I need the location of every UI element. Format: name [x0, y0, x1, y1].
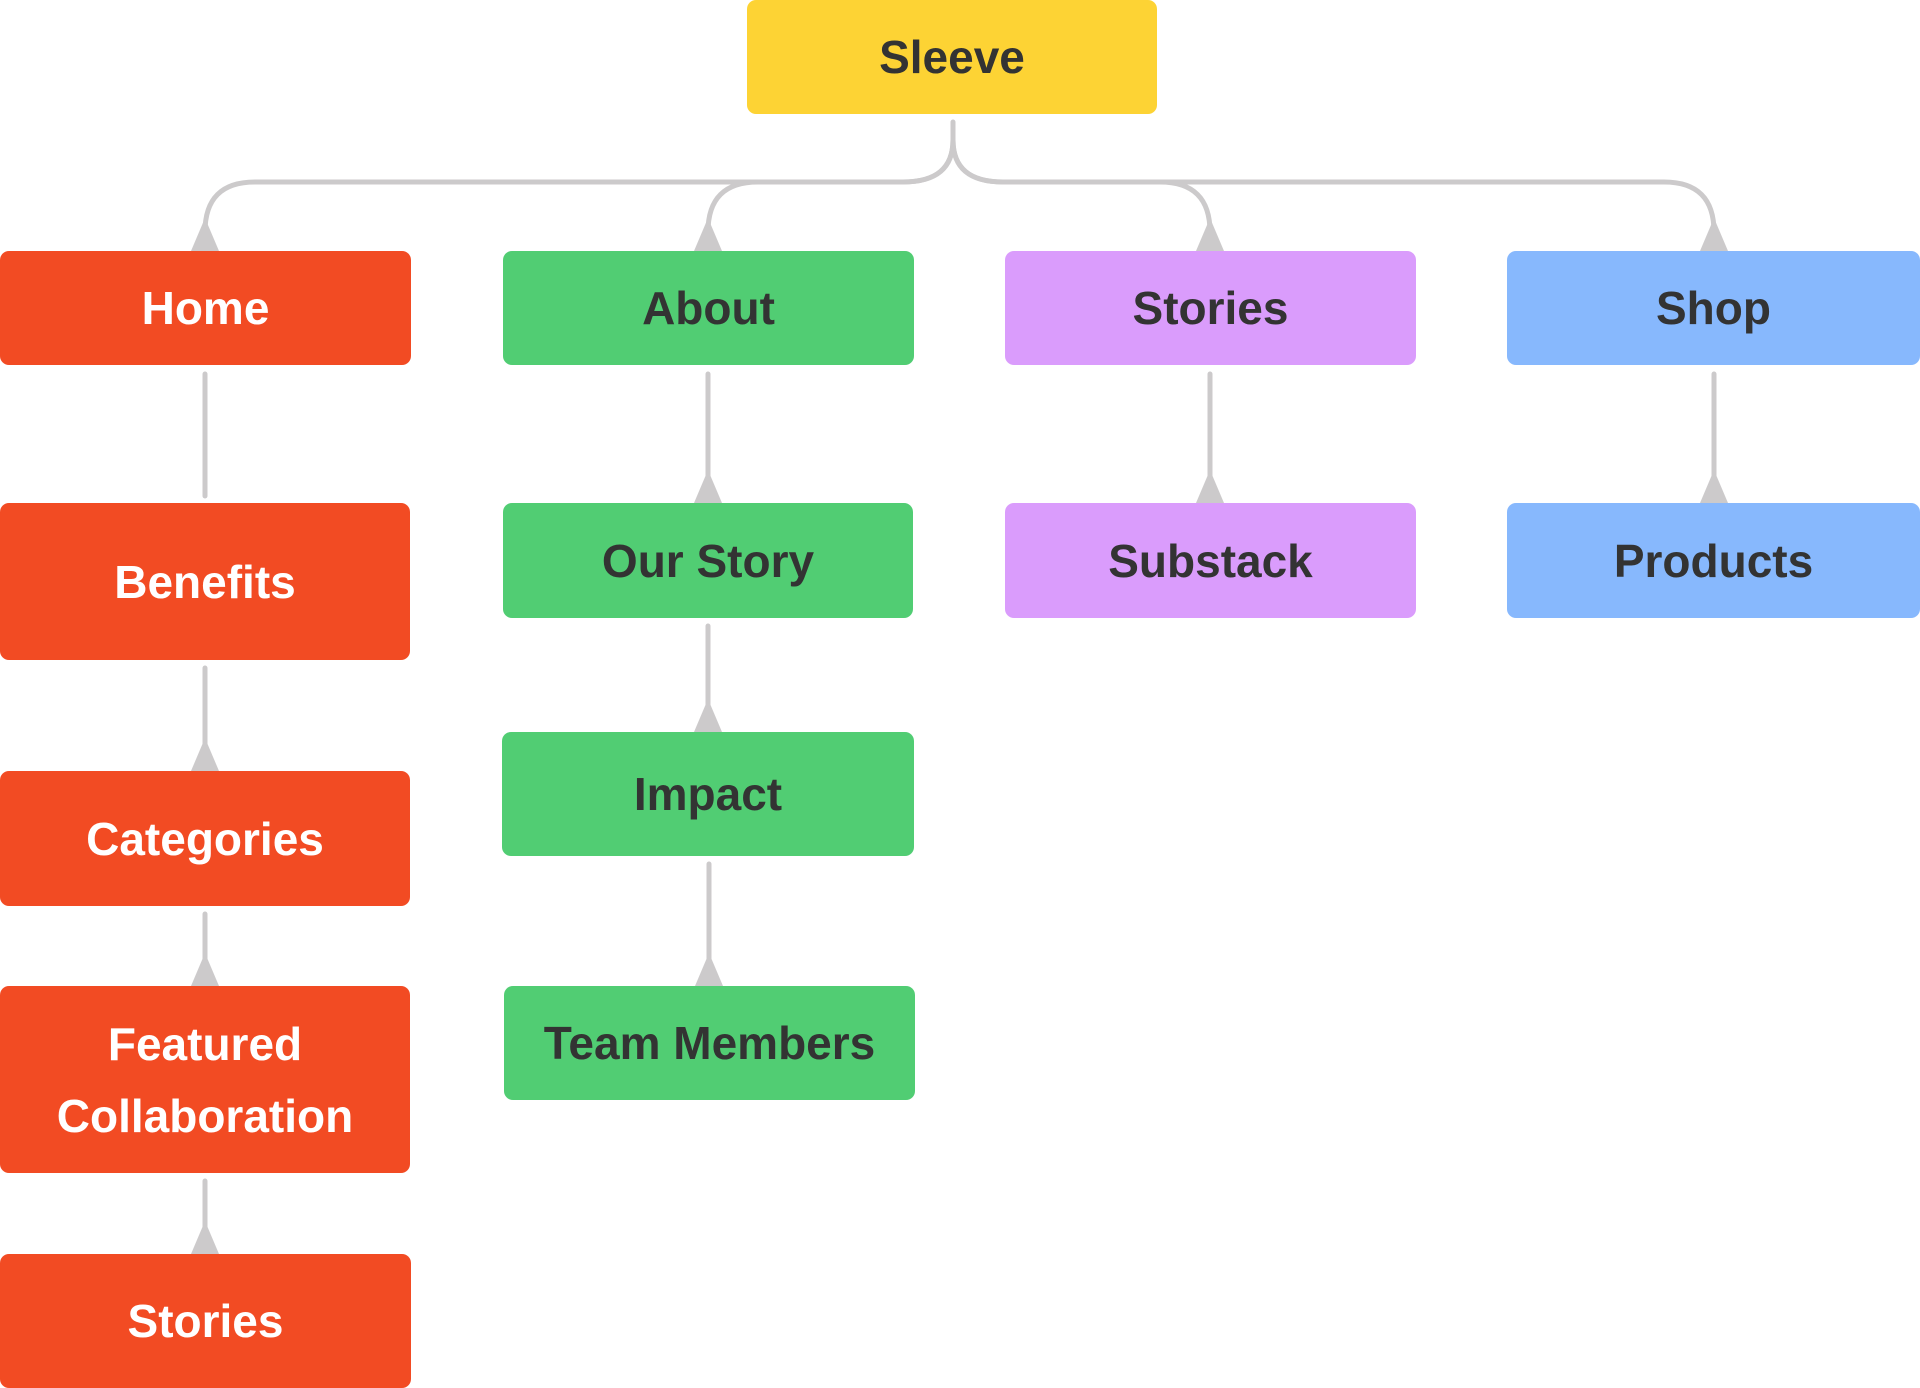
connector-root-about: [705, 137, 956, 235]
connector-root-shop: [950, 137, 1717, 235]
arrow-icon: [1700, 218, 1728, 251]
connector-root-home: [202, 119, 956, 235]
arrow-icon: [191, 738, 219, 771]
node-team-members[interactable]: Team Members: [504, 986, 915, 1100]
arrow-icon: [191, 1221, 219, 1254]
connector-root-stories: [950, 137, 1213, 235]
node-home-stories[interactable]: Stories: [0, 1254, 411, 1388]
node-featured-collaboration[interactable]: Featured Collaboration: [0, 986, 410, 1173]
node-about[interactable]: About: [503, 251, 914, 365]
arrow-icon: [694, 470, 722, 503]
arrow-icon: [191, 218, 219, 251]
arrow-icon: [695, 953, 723, 986]
arrow-icon: [694, 218, 722, 251]
connectors: [191, 119, 1728, 1254]
node-root-sleeve[interactable]: Sleeve: [747, 0, 1157, 114]
node-our-story[interactable]: Our Story: [503, 503, 913, 618]
node-substack[interactable]: Substack: [1005, 503, 1416, 618]
node-impact[interactable]: Impact: [502, 732, 914, 856]
node-stories[interactable]: Stories: [1005, 251, 1416, 365]
arrow-icon: [694, 699, 722, 732]
node-benefits[interactable]: Benefits: [0, 503, 410, 660]
arrow-icon: [1196, 218, 1224, 251]
arrow-icon: [1196, 470, 1224, 503]
arrow-icon: [1700, 470, 1728, 503]
node-products[interactable]: Products: [1507, 503, 1920, 618]
arrow-icon: [191, 953, 219, 986]
node-shop[interactable]: Shop: [1507, 251, 1920, 365]
node-home[interactable]: Home: [0, 251, 411, 365]
node-categories[interactable]: Categories: [0, 771, 410, 906]
